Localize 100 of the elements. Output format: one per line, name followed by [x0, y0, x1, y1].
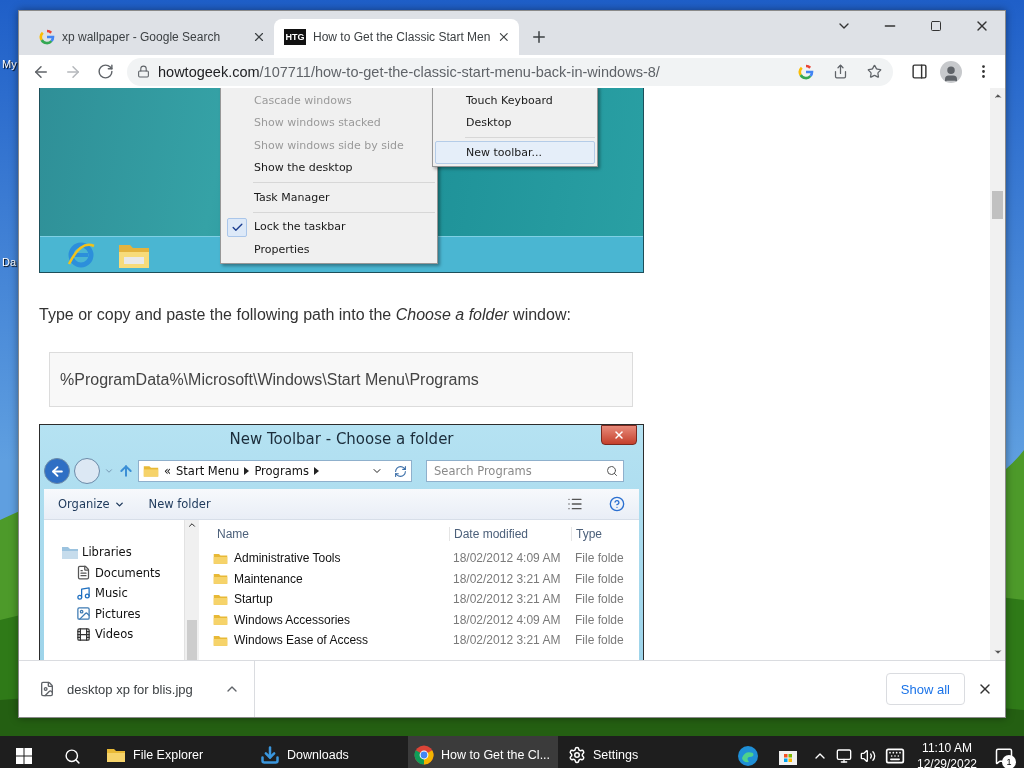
close-icon[interactable]	[497, 30, 511, 44]
file-name[interactable]: Administrative Tools	[213, 550, 449, 566]
library-icon	[62, 545, 78, 560]
scroll-down-icon[interactable]	[992, 647, 1003, 657]
file-name: desktop xp for blis.jpg	[67, 681, 194, 697]
address-field[interactable]: « Start Menu Programs	[138, 460, 412, 482]
file-name[interactable]: Maintenance	[213, 571, 449, 587]
back-button[interactable]	[44, 458, 70, 484]
search-icon[interactable]	[63, 747, 81, 765]
desktop-icon-label[interactable]: My	[2, 58, 17, 70]
file-icon	[39, 681, 55, 697]
search-icon	[606, 465, 618, 477]
settings-icon	[568, 746, 586, 764]
menu-item[interactable]: Desktop	[435, 111, 595, 134]
close-icon[interactable]	[252, 30, 266, 44]
chevron-icon	[313, 467, 319, 475]
taskbar-app[interactable]: Downloads	[254, 736, 404, 768]
scroll-up-icon[interactable]	[992, 91, 1003, 101]
breadcrumb-text: «	[164, 464, 172, 478]
forward-button[interactable]	[74, 458, 100, 484]
google-icon	[39, 29, 55, 45]
film-icon	[76, 626, 91, 642]
show-all-button[interactable]: Show all	[885, 673, 965, 705]
table-cell-text: 18/02/2012 3:21 AM	[452, 571, 562, 586]
paragraph: Type or copy and paste the following path into the Choose a folder window:	[39, 305, 571, 325]
help-icon[interactable]	[609, 496, 625, 512]
close-icon	[613, 429, 625, 441]
desktop-icon-label[interactable]: Da	[2, 256, 17, 268]
column-header[interactable]: Date modified	[449, 527, 571, 541]
scrollbar[interactable]	[990, 88, 1005, 660]
folder-icon	[143, 463, 159, 479]
table-cell-text: 18/02/2012 4:09 AM	[452, 551, 562, 566]
nav-item[interactable]: Documents	[62, 562, 184, 583]
back-icon	[49, 463, 65, 479]
breadcrumb-item[interactable]: Programs	[254, 464, 309, 478]
nav-item[interactable]: Pictures	[62, 603, 184, 624]
menu-item[interactable]: Lock the taskbar	[223, 215, 435, 238]
table-cell-text: File folde	[574, 612, 625, 627]
scrollbar-thumb[interactable]	[992, 191, 1003, 219]
share-icon[interactable]	[832, 64, 848, 79]
profile-button[interactable]	[940, 60, 962, 83]
menu-item[interactable]: New toolbar...	[435, 141, 595, 164]
table-cell-text: 18/02/2012 4:09 AM	[452, 612, 562, 627]
windows-logo-icon[interactable]	[16, 748, 32, 764]
lock-icon	[137, 65, 150, 78]
close-button[interactable]	[601, 425, 637, 445]
address-bar[interactable]: howtogeek.com/107711/how-to-get-the-classic-start-menu-back-in-windows-8/	[127, 57, 893, 86]
search-field[interactable]: Search Programs	[426, 460, 624, 482]
volume-icon[interactable]	[860, 748, 876, 764]
notification-icon[interactable]	[995, 747, 1013, 765]
table-cell-text: File folde	[574, 551, 625, 566]
maximize-icon[interactable]	[930, 20, 942, 32]
notification-badge: 1	[1002, 755, 1016, 768]
table-cell-text: 18/02/2012 3:21 AM	[452, 592, 562, 607]
breadcrumb-item[interactable]: Start Menu	[176, 464, 240, 478]
nav-item[interactable]: Libraries	[62, 542, 184, 563]
scroll-up-icon[interactable]	[187, 520, 197, 530]
scrollbar-thumb[interactable]	[187, 620, 197, 660]
view-icon[interactable]	[567, 496, 583, 512]
nav-item[interactable]: Videos	[62, 624, 184, 645]
taskbar-app[interactable]: Settings	[562, 736, 712, 768]
keyboard-icon[interactable]	[885, 746, 905, 766]
column-header[interactable]: Type	[571, 527, 635, 541]
nav-item[interactable]: Music	[62, 583, 184, 604]
music-icon	[76, 585, 91, 601]
menu-item[interactable]: Task Manager	[223, 186, 435, 209]
star-icon[interactable]	[866, 64, 882, 79]
network-icon[interactable]	[836, 748, 852, 764]
picture-icon	[76, 606, 91, 622]
taskbar-app[interactable]: File Explorer	[100, 736, 250, 768]
reload-icon[interactable]	[96, 63, 114, 80]
menu-item[interactable]: Touch Keyboard	[435, 89, 595, 112]
table-cell-text: File folde	[574, 592, 625, 607]
table-cell-text: 18/02/2012 3:21 AM	[452, 633, 562, 648]
edge-icon[interactable]	[737, 745, 759, 767]
google-icon[interactable]	[798, 63, 814, 80]
chevron-icon	[244, 467, 250, 475]
side-panel-icon[interactable]	[910, 63, 928, 80]
column-header[interactable]: Name	[213, 527, 449, 541]
code-block: %ProgramData%\Microsoft\Windows\Start Menu\Programs	[49, 352, 633, 407]
clock[interactable]: 11:10 AM 12/29/2022	[914, 740, 980, 768]
browser-tab[interactable]: xp wallpaper - Google Search	[29, 19, 274, 55]
file-name[interactable]: Windows Accessories	[213, 612, 449, 628]
person-icon	[942, 64, 960, 83]
site-icon: HTG	[284, 29, 306, 45]
file-name[interactable]: Windows Ease of Access	[213, 632, 449, 648]
taskbar-app[interactable]: How to Get the Cl...	[408, 736, 558, 768]
command-button[interactable]: New folder	[148, 497, 211, 511]
menu-item[interactable]: Show the desktop	[223, 156, 435, 179]
file-name[interactable]: Startup	[213, 591, 449, 607]
download-item[interactable]: desktop xp for blis.jpg	[19, 661, 255, 717]
folder-icon	[213, 571, 228, 587]
new-tab-icon[interactable]	[530, 28, 548, 46]
table-cell-text: File folde	[574, 571, 625, 586]
refresh-icon[interactable]	[394, 464, 407, 478]
browser-tab[interactable]: HTG How to Get the Classic Start Men	[274, 19, 519, 55]
download-icon	[260, 745, 280, 765]
folder-icon	[213, 612, 228, 628]
chrome-icon	[414, 745, 434, 765]
command-button[interactable]: Organize	[58, 497, 125, 511]
